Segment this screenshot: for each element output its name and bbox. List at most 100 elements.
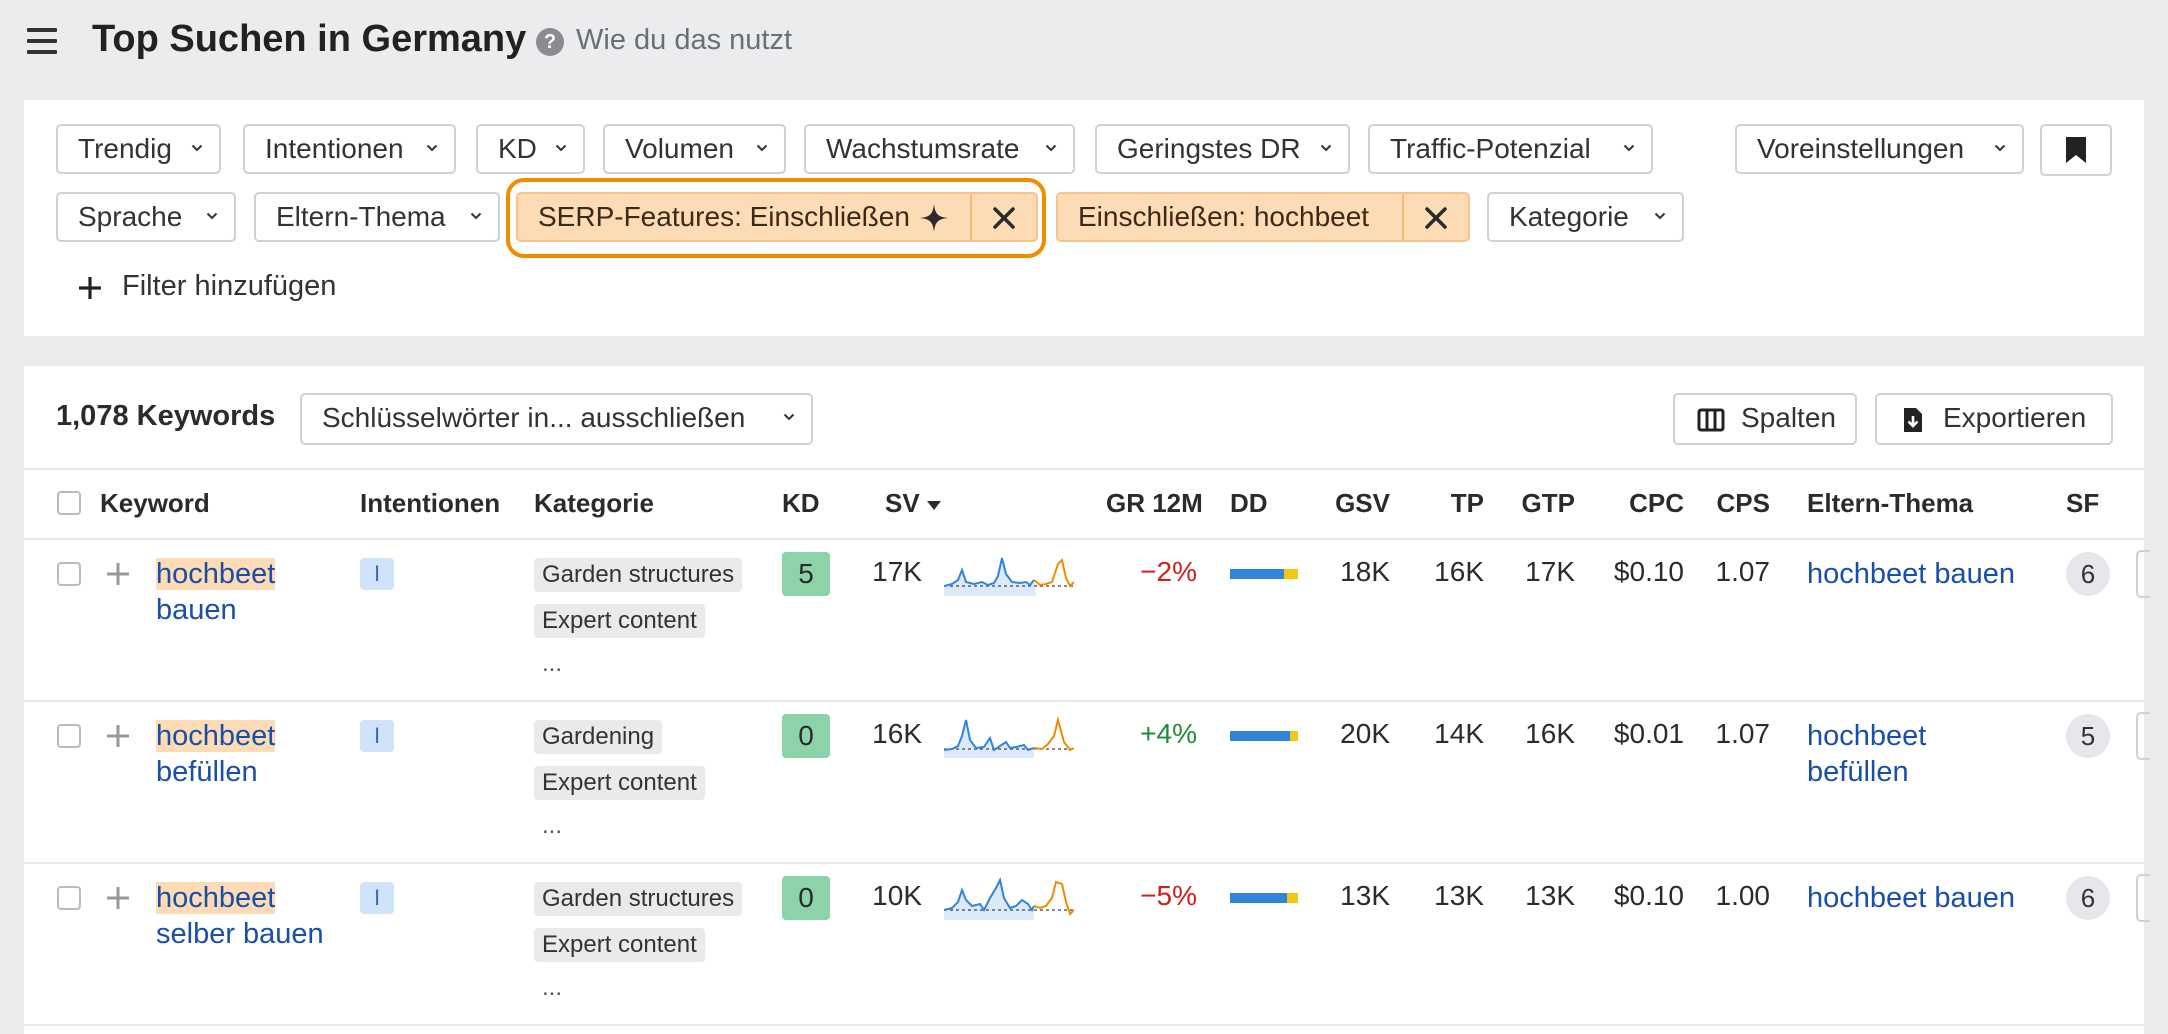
chevron-down-icon [1320,142,1332,154]
filter-label: Kategorie [1509,201,1629,232]
column-header-kd[interactable]: KD [782,488,820,519]
exclude-keywords-dropdown[interactable]: Schlüsselwörter in... ausschließen [300,393,813,445]
chevron-down-icon [191,142,203,154]
cps-value: 1.07 [1715,718,1771,749]
growth-12m: −2% [1140,556,1197,587]
filter-traffic-potential[interactable]: Traffic-Potenzial [1368,124,1653,174]
column-header-category[interactable]: Kategorie [534,488,654,519]
category-tag[interactable]: Gardening [534,720,663,754]
plus-icon[interactable] [105,561,131,587]
keyword-rest: bauen [156,594,237,626]
chevron-down-icon [1994,142,2006,154]
growth-12m: +4% [1140,718,1197,749]
menu-icon[interactable] [27,28,57,54]
keyword-link[interactable]: hochbeet bauen [156,556,346,628]
close-icon[interactable] [1424,206,1448,230]
export-button[interactable]: Exportieren [1875,393,2113,445]
filter-intents[interactable]: Intentionen [243,124,456,174]
row-action-button[interactable] [2136,550,2150,598]
keyword-highlight: hochbeet [156,558,276,590]
page-title: Top Suchen in Germany [92,18,527,60]
row-action-button[interactable] [2136,874,2150,922]
keyword-link[interactable]: hochbeet befüllen [156,718,346,790]
gtp-value: 16K [1525,718,1575,749]
filter-include-keyword[interactable]: Einschließen: hochbeet [1056,192,1470,242]
category-tag[interactable]: Expert content [534,928,705,962]
filter-volume[interactable]: Volumen [603,124,786,174]
serp-features-count[interactable]: 6 [2066,876,2110,920]
column-header-dd[interactable]: DD [1230,488,1268,519]
filter-kd[interactable]: KD [476,124,585,174]
column-header-intents[interactable]: Intentionen [360,488,500,519]
column-header-gtp[interactable]: GTP [1465,488,1575,519]
export-icon [1904,408,1922,432]
filter-parent-topic[interactable]: Eltern-Thema [254,192,500,242]
parent-topic-link[interactable]: hochbeet bauen [1807,880,2047,916]
keyword-highlight: hochbeet [156,882,276,914]
cps-value: 1.07 [1715,556,1771,587]
column-header-sv[interactable]: SV [885,488,942,519]
serp-features-count[interactable]: 6 [2066,552,2110,596]
filter-label: Intentionen [265,133,404,164]
chevron-down-icon [1045,142,1057,154]
columns-button[interactable]: Spalten [1673,393,1857,445]
more-categories[interactable]: ... [542,974,562,1002]
filter-trending[interactable]: Trendig [56,124,221,174]
bookmark-button[interactable] [2040,124,2112,176]
divider [24,862,2144,864]
category-tag[interactable]: Expert content [534,604,705,638]
divider [24,700,2144,702]
filter-lowest-dr[interactable]: Geringstes DR [1095,124,1350,174]
keyword-link[interactable]: hochbeet selber bauen [156,880,346,952]
category-tag[interactable]: Garden structures [534,882,743,916]
serp-filter-highlight [506,178,1046,258]
help-icon[interactable]: ? [536,28,564,56]
row-checkbox[interactable] [57,724,81,748]
serp-features-count[interactable]: 5 [2066,714,2110,758]
chevron-down-icon [783,411,795,423]
parent-topic-link[interactable]: hochbeet bauen [1807,556,2047,592]
trend-sparkline [944,877,1074,920]
plus-icon[interactable] [105,885,131,911]
search-volume: 10K [872,880,922,911]
plus-icon[interactable] [105,723,131,749]
filter-category[interactable]: Kategorie [1487,192,1684,242]
column-header-parent-topic[interactable]: Eltern-Thema [1807,488,1973,519]
growth-12m: −5% [1140,880,1197,911]
column-header-keyword[interactable]: Keyword [100,488,210,519]
bookmark-icon [2066,137,2086,163]
more-categories[interactable]: ... [542,650,562,678]
chevron-down-icon [756,142,768,154]
column-header-sf[interactable]: SF [2066,488,2099,519]
filter-label: KD [498,133,537,164]
column-header-cps[interactable]: CPS [1660,488,1770,519]
presets-button[interactable]: Voreinstellungen [1735,124,2024,174]
search-volume: 17K [872,556,922,587]
help-link[interactable]: Wie du das nutzt [576,24,792,57]
category-tag[interactable]: Garden structures [534,558,743,592]
intent-badge: I [360,558,394,590]
sort-down-icon [926,501,941,511]
intent-badge: I [360,720,394,752]
chevron-down-icon [1654,210,1666,222]
exclude-label: Schlüsselwörter in... ausschließen [322,402,746,433]
category-tag[interactable]: Expert content [534,766,705,800]
keyword-highlight: hochbeet [156,720,276,752]
row-action-button[interactable] [2136,712,2150,760]
plus-icon [79,277,101,299]
column-header-growth[interactable]: GR 12M [1106,488,1203,519]
filter-label: Eltern-Thema [276,201,446,232]
gtp-value: 17K [1525,556,1575,587]
keyword-count: 1,078 Keywords [56,400,276,432]
select-all-checkbox[interactable] [57,491,81,515]
divider [24,538,2144,540]
row-checkbox[interactable] [57,886,81,910]
row-checkbox[interactable] [57,562,81,586]
filter-label: Einschließen: hochbeet [1078,201,1370,232]
sv-label: SV [885,488,920,518]
more-categories[interactable]: ... [542,812,562,840]
parent-topic-link[interactable]: hochbeet befüllen [1807,718,1977,790]
filter-language[interactable]: Sprache [56,192,236,242]
filter-divider [1402,194,1404,240]
filter-growth-rate[interactable]: Wachstumsrate [804,124,1075,174]
